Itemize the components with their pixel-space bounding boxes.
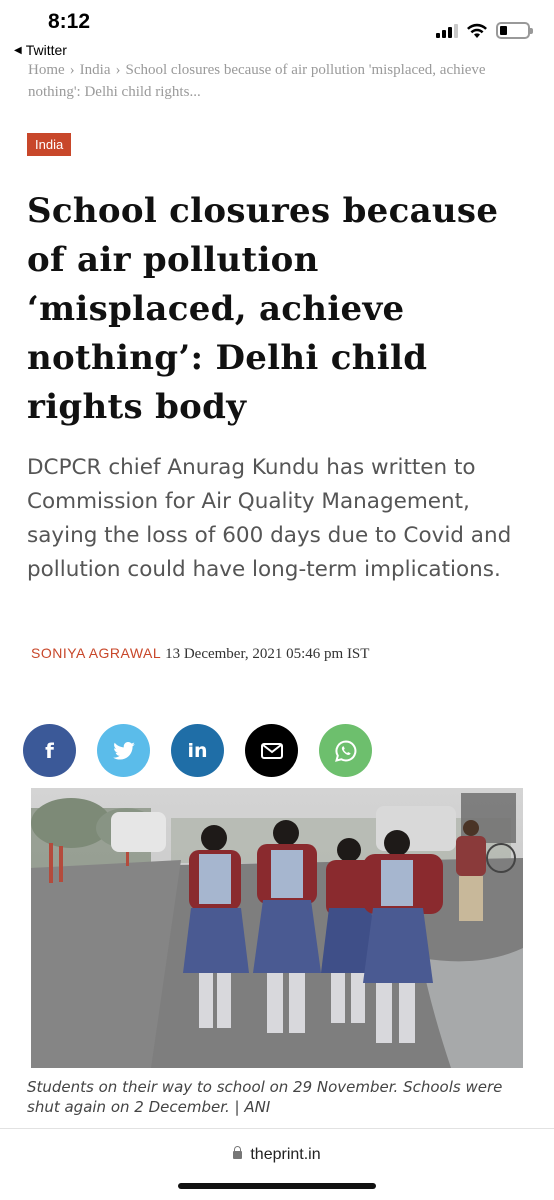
divider (0, 1128, 554, 1129)
battery-icon (496, 22, 533, 39)
wifi-icon (467, 23, 487, 38)
whatsapp-share-button[interactable] (319, 724, 372, 777)
back-triangle-icon: ◀ (14, 44, 22, 56)
breadcrumb-india[interactable]: India (80, 62, 111, 78)
breadcrumb-separator: › (115, 62, 121, 78)
status-bar: 8:12 ◀ Twitter (0, 0, 554, 62)
byline: SONIYA AGRAWAL 13 December, 2021 05:46 p… (31, 643, 369, 664)
article-photo (31, 788, 523, 1068)
clock: 8:12 (48, 10, 91, 33)
envelope-icon (260, 742, 283, 759)
publish-date: 13 December, 2021 05:46 pm IST (165, 646, 370, 662)
category-badge[interactable]: India (27, 133, 72, 156)
linkedin-share-button[interactable]: in (171, 724, 224, 777)
back-to-app-link[interactable]: ◀ Twitter (14, 42, 67, 58)
article-headline: School closures because of air pollution… (27, 191, 499, 427)
twitter-icon (112, 741, 135, 760)
back-app-label: Twitter (25, 42, 67, 58)
article-summary: DCPCR chief Anurag Kundu has written to … (27, 455, 512, 582)
email-share-button[interactable] (245, 724, 298, 777)
linkedin-icon: in (187, 739, 208, 762)
facebook-share-button[interactable]: f (23, 724, 76, 777)
breadcrumb-separator: › (69, 62, 75, 78)
breadcrumb: Home › India › School closures because of ai… (28, 59, 498, 103)
author-link[interactable]: SONIYA AGRAWAL (31, 645, 161, 661)
facebook-icon: f (45, 738, 54, 763)
home-indicator[interactable] (178, 1183, 376, 1189)
cellular-signal-icon (436, 23, 458, 38)
whatsapp-icon (334, 739, 356, 762)
address-bar[interactable]: theprint.in (0, 1146, 554, 1164)
twitter-share-button[interactable] (97, 724, 150, 777)
system-icons (436, 22, 533, 39)
domain-label: theprint.in (250, 1146, 321, 1163)
photo-caption: Students on their way to school on 29 No… (27, 1078, 503, 1116)
share-buttons: f in (23, 724, 372, 777)
breadcrumb-home[interactable]: Home (28, 62, 65, 78)
lock-icon (233, 1146, 243, 1159)
